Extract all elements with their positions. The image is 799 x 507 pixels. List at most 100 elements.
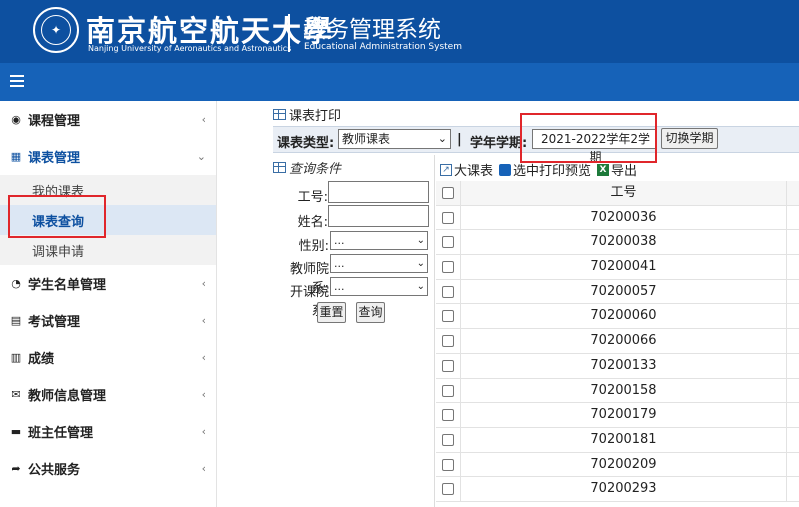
row-checkbox[interactable] (442, 384, 454, 397)
sidebar-item-label: 教师信息管理 (28, 389, 107, 404)
row-checkbox[interactable] (442, 261, 454, 274)
teacher-id-input[interactable] (328, 181, 429, 203)
chevron-down-icon: ⌄ (416, 235, 425, 246)
chevron-left-icon: ‹ (201, 425, 206, 438)
chevron-left-icon: ‹ (201, 351, 206, 364)
row-checkbox[interactable] (442, 458, 454, 471)
page-title: 课表打印 (273, 105, 341, 124)
share-icon: ➦ (11, 462, 21, 475)
table-row[interactable]: 70200057 (436, 279, 799, 305)
big-table-icon: ↗ (440, 163, 452, 176)
name-label: 姓名: (297, 215, 328, 230)
teacher-id-cell: 70200293 (461, 477, 787, 501)
switch-term-button[interactable]: 切换学期 (661, 128, 718, 149)
gender-select-value: ... (334, 234, 345, 247)
university-seal-icon: ✦ (33, 7, 79, 53)
table-row[interactable]: 70200038 (436, 230, 799, 256)
results-grid: 工号 70200036 70200038 70200041 70200057 70200… (436, 181, 799, 502)
sidebar-item-teacher-info[interactable]: ✉ 教师信息管理 ‹ (0, 376, 216, 413)
reset-button[interactable]: 重置 (317, 302, 346, 323)
table-row[interactable]: 70200133 (436, 353, 799, 379)
table-row[interactable]: 70200060 (436, 304, 799, 330)
teacher-id-cell: 70200181 (461, 427, 787, 452)
print-preview-link[interactable]: 选中打印预览 (513, 160, 591, 179)
sidebar-item-student-list[interactable]: ◔ 学生名单管理 ‹ (0, 265, 216, 302)
teacher-id-cell: 70200179 (461, 403, 787, 427)
chevron-down-icon: ⌄ (416, 281, 425, 292)
teacher-dept-select[interactable]: ... ⌄ (330, 254, 428, 273)
chevron-down-icon: ⌄ (416, 258, 425, 269)
folder-icon: ▬ (10, 425, 22, 438)
timetable-type-select[interactable]: 教师课表 ⌄ (338, 129, 451, 149)
pie-chart-icon: ◔ (11, 277, 21, 290)
table-row[interactable]: 70200036 (436, 205, 799, 231)
sidebar-item-head-teacher[interactable]: ▬ 班主任管理 ‹ (0, 413, 216, 450)
sidebar-item-course-management[interactable]: ◉ 课程管理 ‹ (0, 101, 216, 138)
teacher-id-cell: 70200158 (461, 378, 787, 403)
sidebar-item-public-service[interactable]: ➦ 公共服务 ‹ (0, 450, 216, 487)
query-title: 查询条件 (273, 158, 341, 177)
export-link[interactable]: 导出 (611, 160, 637, 179)
row-checkbox[interactable] (442, 359, 454, 372)
calendar-icon: ▥ (10, 351, 22, 364)
query-button[interactable]: 查询 (356, 302, 385, 323)
chevron-left-icon: ‹ (201, 314, 206, 327)
row-checkbox[interactable] (442, 409, 454, 422)
envelope-icon: ✉ (11, 388, 21, 401)
teacher-id-cell: 70200036 (461, 205, 787, 230)
timetable-type-label: 课表类型: (277, 136, 335, 151)
teacher-id-cell: 70200038 (461, 230, 787, 255)
row-checkbox[interactable] (442, 310, 454, 323)
course-dept-select-value: ... (334, 280, 345, 293)
row-checkbox[interactable] (442, 433, 454, 446)
name-input[interactable] (328, 205, 429, 227)
table-row[interactable]: 70200181 (436, 427, 799, 453)
big-table-link[interactable]: 大课表 (454, 160, 493, 179)
system-name-cn: 教务管理系统 (303, 17, 441, 43)
top-navbar (0, 63, 799, 101)
checkbox-cell (436, 329, 461, 353)
select-all-checkbox[interactable] (442, 187, 454, 199)
grid-header-row: 工号 (436, 181, 799, 206)
chevron-down-icon: ⌄ (196, 150, 206, 163)
row-checkbox[interactable] (442, 211, 454, 224)
sidebar-item-grades[interactable]: ▥ 成绩 ‹ (0, 339, 216, 376)
grid-icon: ▤ (10, 314, 22, 327)
sidebar-item-label: 班主任管理 (28, 426, 94, 441)
system-name-en: Educational Administration System (304, 42, 462, 52)
column-header-teacher-id[interactable]: 工号 (461, 181, 787, 205)
checkbox-cell (436, 205, 461, 230)
hamburger-menu-icon[interactable] (10, 75, 24, 87)
row-checkbox[interactable] (442, 335, 454, 348)
sidebar-subitem-class-change[interactable]: 调课申请 (0, 235, 216, 265)
table-row[interactable]: 70200158 (436, 378, 799, 404)
highlight-box-sidebar (8, 195, 106, 238)
table-row[interactable]: 70200041 (436, 255, 799, 280)
term-label: 学年学期: (470, 136, 528, 151)
course-dept-select[interactable]: ... ⌄ (330, 277, 428, 296)
highlight-box-term (520, 113, 657, 163)
checkbox-cell (436, 477, 461, 501)
table-row[interactable]: 70200066 (436, 329, 799, 354)
sidebar: ◉ 课程管理 ‹ ▦ 课表管理 ⌄ 我的课表 课表查询 调课申请 ◔ 学生名单管… (0, 101, 217, 507)
sidebar-item-label: 学生名单管理 (28, 278, 107, 293)
sidebar-item-exam-management[interactable]: ▤ 考试管理 ‹ (0, 302, 216, 339)
chevron-left-icon: ‹ (201, 277, 206, 290)
gender-select[interactable]: ... ⌄ (330, 231, 428, 250)
teacher-id-cell: 70200057 (461, 279, 787, 304)
row-checkbox[interactable] (442, 285, 454, 298)
table-row[interactable]: 70200179 (436, 403, 799, 428)
table-icon (273, 109, 286, 120)
checkbox-cell (436, 403, 461, 427)
sidebar-item-label: 公共服务 (28, 463, 81, 478)
row-checkbox[interactable] (442, 483, 454, 496)
query-title-text: 查询条件 (289, 162, 342, 177)
sidebar-item-timetable-management[interactable]: ▦ 课表管理 ⌄ (0, 138, 216, 175)
table-row[interactable]: 70200209 (436, 452, 799, 478)
page-title-text: 课表打印 (289, 109, 342, 124)
teacher-id-cell: 70200041 (461, 255, 787, 279)
row-checkbox[interactable] (442, 236, 454, 249)
gender-label: 性别: (298, 239, 329, 254)
timetable-type-value: 教师课表 (342, 132, 391, 146)
table-row[interactable]: 70200293 (436, 477, 799, 502)
